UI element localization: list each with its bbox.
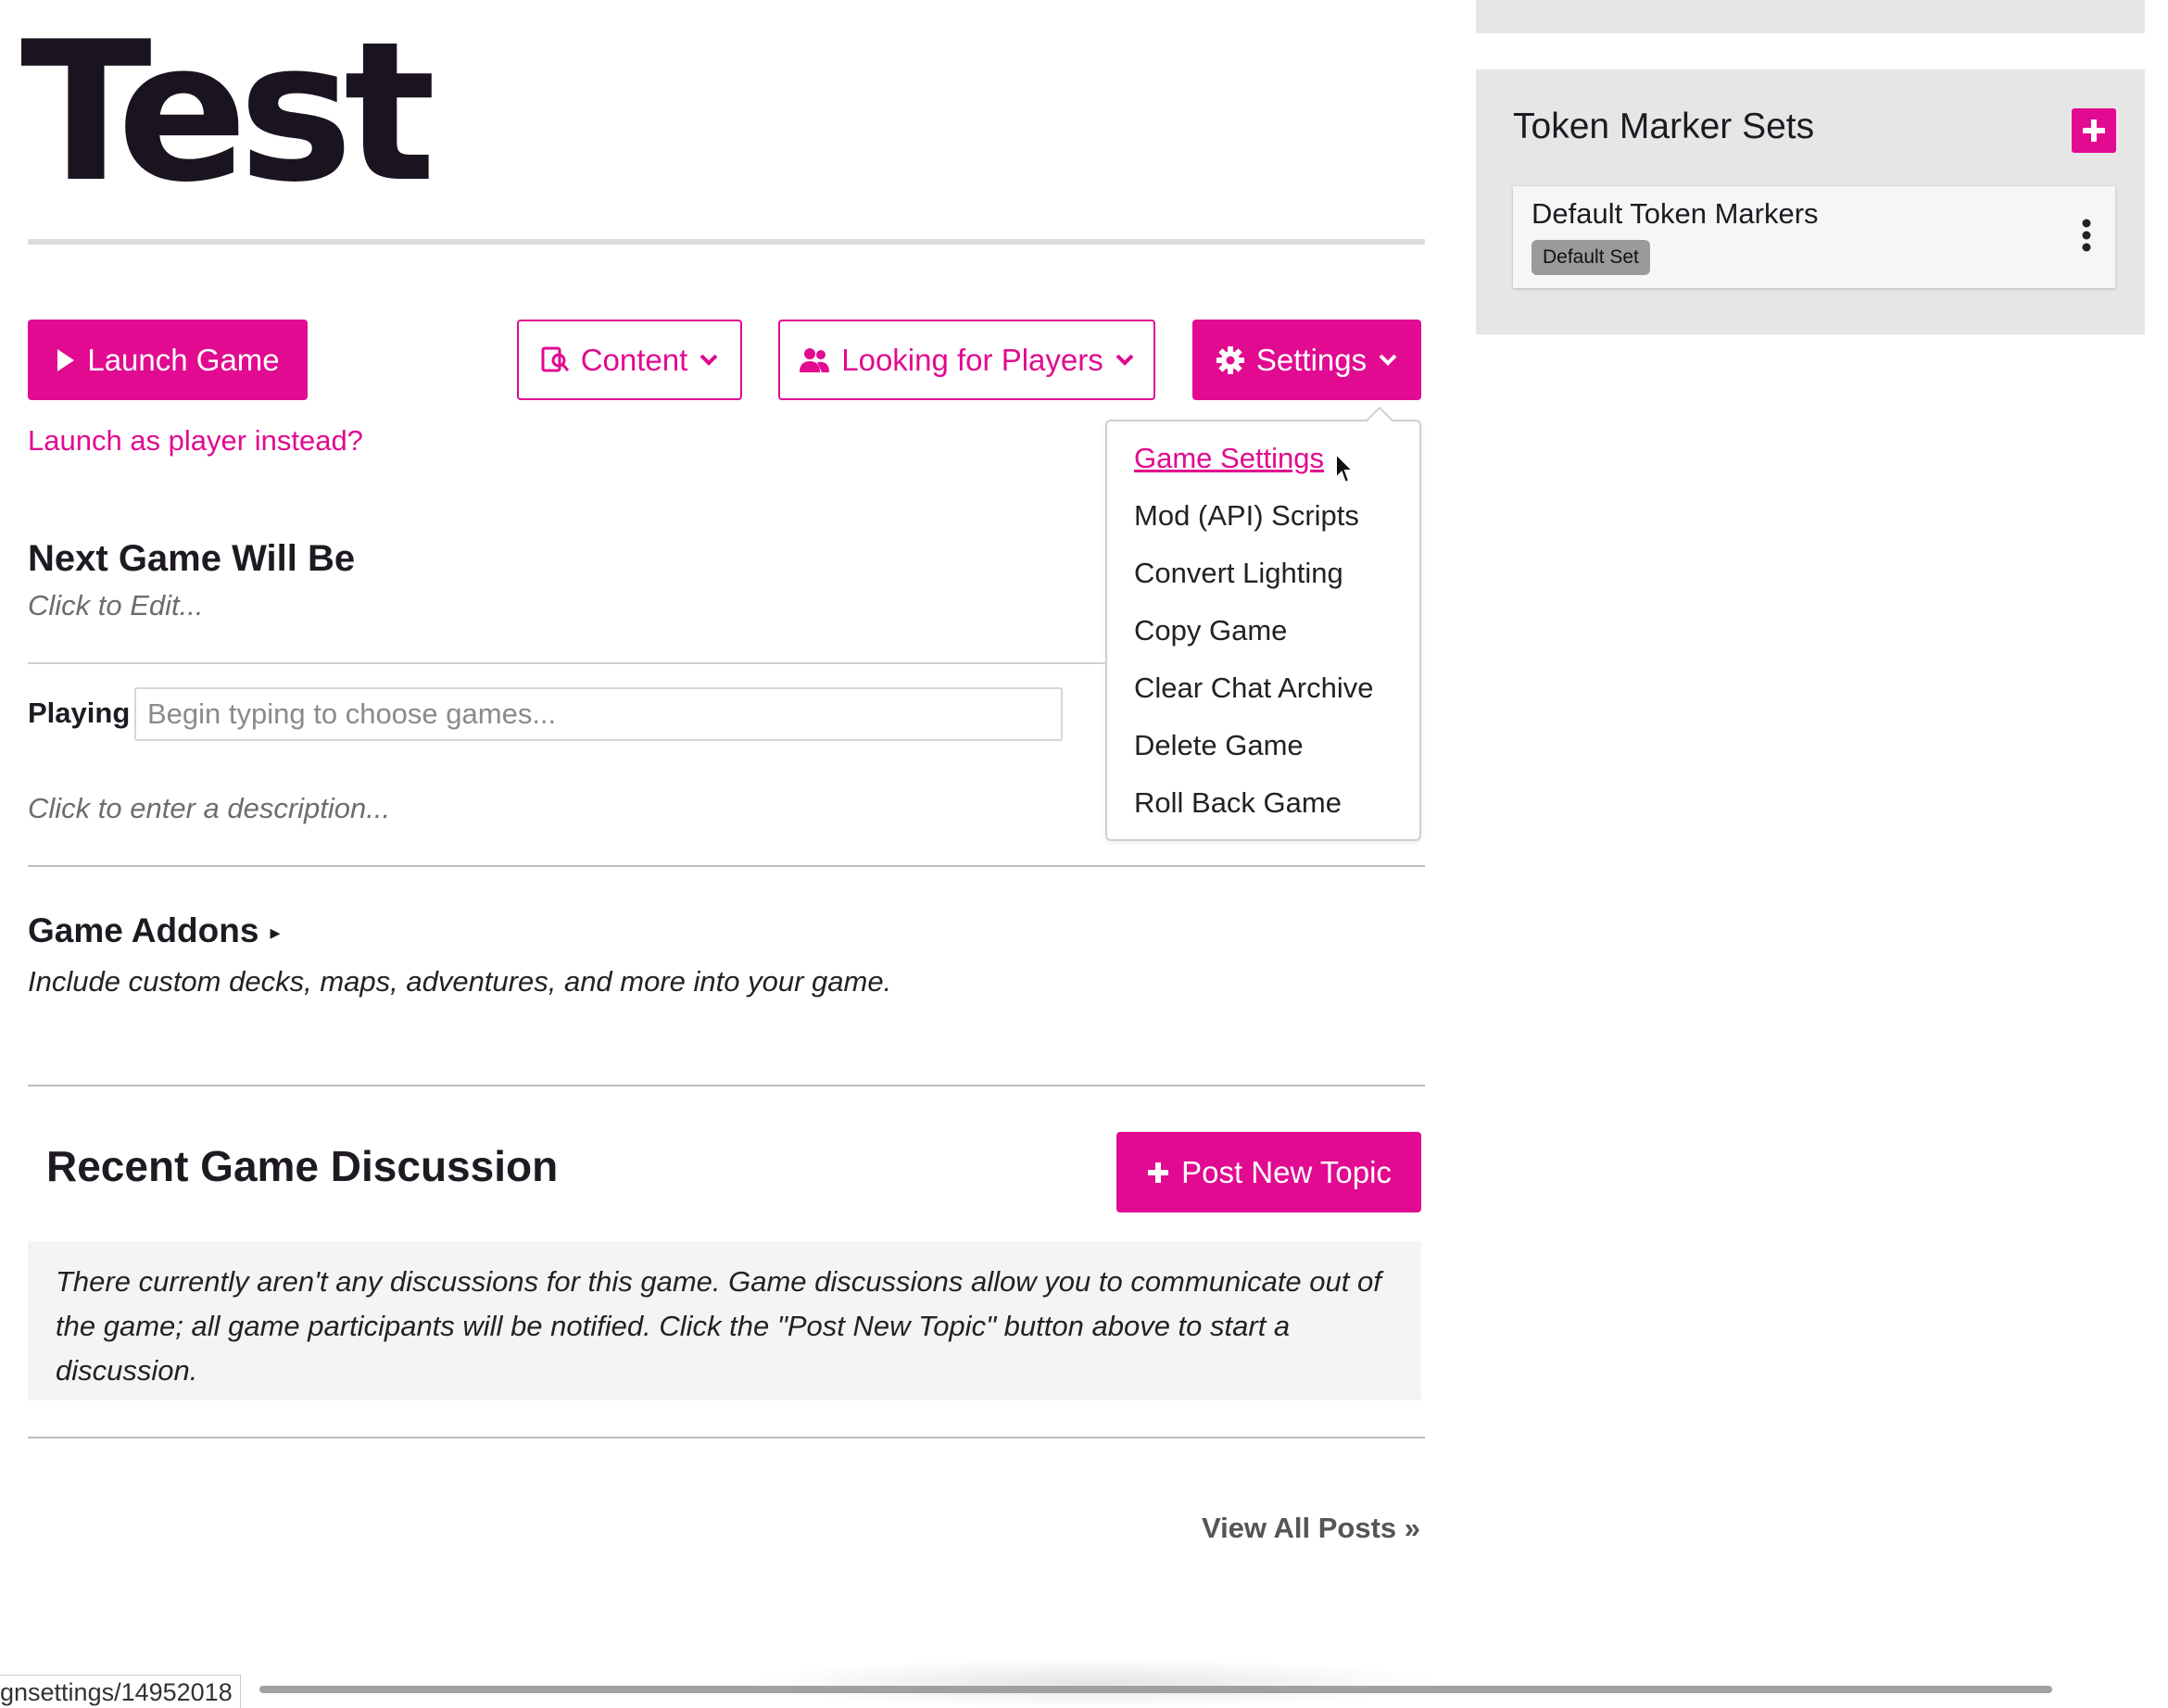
settings-label: Settings bbox=[1255, 342, 1368, 377]
status-bar-url: gnsettings/14952018 bbox=[0, 1675, 241, 1708]
plus-icon bbox=[1148, 1162, 1169, 1183]
play-icon bbox=[57, 348, 75, 371]
game-addons-toggle[interactable]: Game Addons ▸ bbox=[28, 911, 281, 950]
looking-for-players-label: Looking for Players bbox=[841, 342, 1103, 377]
token-marker-sets-panel: Token Marker Sets Default Token Markers … bbox=[1476, 69, 2145, 334]
divider bbox=[28, 865, 1425, 867]
settings-menu: Game Settings Mod (API) Scripts Convert … bbox=[1105, 406, 1421, 841]
add-token-marker-set-button[interactable] bbox=[2072, 108, 2116, 153]
title-divider bbox=[28, 239, 1425, 245]
game-addons-subtitle: Include custom decks, maps, adventures, … bbox=[28, 965, 892, 998]
chevron-down-icon bbox=[700, 354, 718, 366]
discussion-heading: Recent Game Discussion bbox=[46, 1142, 559, 1190]
token-marker-set-name: Default Token Markers bbox=[1531, 197, 1819, 230]
launch-as-player-link[interactable]: Launch as player instead? bbox=[28, 424, 363, 458]
users-icon bbox=[800, 347, 830, 372]
menu-item-copy-game[interactable]: Copy Game bbox=[1134, 614, 1287, 647]
settings-dropdown-button[interactable]: Settings bbox=[1192, 320, 1421, 400]
menu-item-clear-chat-archive[interactable]: Clear Chat Archive bbox=[1134, 672, 1373, 705]
divider bbox=[28, 1085, 1425, 1086]
content-dropdown-button[interactable]: Content bbox=[517, 320, 742, 400]
menu-caret bbox=[1366, 406, 1393, 433]
sidebar-top-panel bbox=[1476, 0, 2145, 33]
discussion-empty-message: There currently aren't any discussions f… bbox=[28, 1241, 1421, 1400]
game-addons-heading: Game Addons bbox=[28, 911, 259, 949]
view-all-posts-link[interactable]: View All Posts » bbox=[1202, 1512, 1420, 1545]
launch-game-button[interactable]: Launch Game bbox=[28, 320, 308, 400]
launch-game-label: Launch Game bbox=[87, 342, 280, 377]
menu-item-delete-game[interactable]: Delete Game bbox=[1134, 729, 1304, 762]
post-new-topic-label: Post New Topic bbox=[1181, 1154, 1392, 1189]
page-title: Test bbox=[20, 1, 436, 225]
next-game-edit[interactable]: Click to Edit... bbox=[28, 589, 204, 622]
kebab-menu-icon[interactable] bbox=[2080, 218, 2093, 253]
next-game-heading: Next Game Will Be bbox=[28, 538, 356, 579]
token-marker-sets-title: Token Marker Sets bbox=[1513, 107, 1815, 146]
menu-item-game-settings[interactable]: Game Settings bbox=[1134, 442, 1324, 475]
bottom-shadow bbox=[741, 1658, 1445, 1708]
plus-icon bbox=[2083, 119, 2105, 142]
post-new-topic-button[interactable]: Post New Topic bbox=[1116, 1132, 1421, 1212]
cursor-icon bbox=[1335, 452, 1355, 484]
menu-item-convert-lighting[interactable]: Convert Lighting bbox=[1134, 557, 1343, 590]
content-label: Content bbox=[580, 342, 688, 377]
chevron-down-icon bbox=[1379, 354, 1397, 366]
divider bbox=[28, 1437, 1425, 1438]
playing-label: Playing bbox=[28, 697, 131, 729]
chevron-down-icon bbox=[1116, 354, 1134, 366]
token-marker-set-card[interactable]: Default Token Markers Default Set bbox=[1513, 186, 2115, 288]
horizontal-scrollbar[interactable] bbox=[259, 1686, 2052, 1693]
expand-triangle-icon: ▸ bbox=[270, 921, 281, 945]
description-edit[interactable]: Click to enter a description... bbox=[28, 792, 390, 825]
menu-item-roll-back-game[interactable]: Roll Back Game bbox=[1134, 786, 1342, 820]
gear-icon bbox=[1216, 345, 1244, 374]
menu-item-mod-scripts[interactable]: Mod (API) Scripts bbox=[1134, 499, 1359, 533]
default-set-badge: Default Set bbox=[1531, 240, 1650, 275]
content-icon bbox=[541, 346, 569, 371]
divider bbox=[28, 662, 1107, 664]
looking-for-players-button[interactable]: Looking for Players bbox=[778, 320, 1155, 400]
playing-games-input[interactable] bbox=[134, 687, 1063, 741]
